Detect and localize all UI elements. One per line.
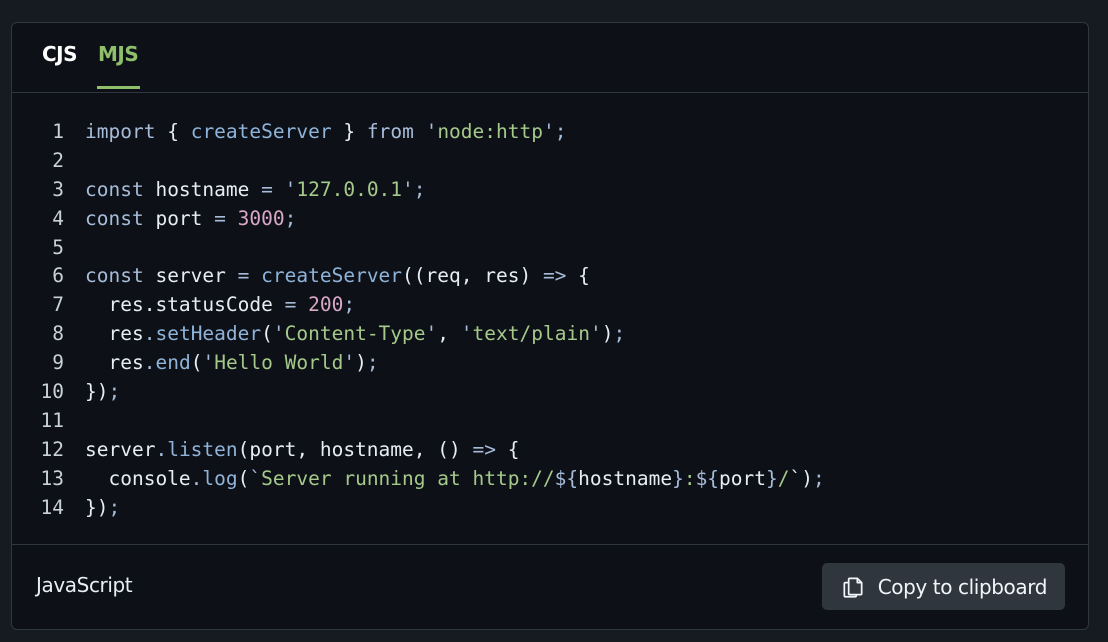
code-line: 13 console.log(`Server running at http:/… <box>12 465 825 494</box>
line-number: 1 <box>52 120 64 143</box>
code-line: 8 res.setHeader('Content-Type', 'text/pl… <box>12 320 825 349</box>
line-number: 11 <box>40 408 64 432</box>
code-text: const server = createServer((req, res) =… <box>85 264 590 288</box>
code-line: 14}); <box>12 494 825 523</box>
code-line: 3 const hostname = '127.0.0.1'; <box>12 176 825 205</box>
line-number: 7 <box>52 293 64 317</box>
code-line: 11 <box>12 407 825 436</box>
tab-mjs[interactable]: MJS <box>97 42 141 89</box>
line-number: 14 <box>40 495 64 519</box>
code-line: 4 const port = 3000; <box>12 205 825 234</box>
code-text: const port = 3000; <box>85 206 297 230</box>
code-text: console.log(`Server running at http://${… <box>108 466 825 490</box>
code-line: 9 res.end('Hello World'); <box>12 349 825 378</box>
line-number: 3 <box>52 177 64 201</box>
code-line: 7 res.statusCode = 200; <box>12 291 825 320</box>
code-block: 1 import { createServer } from 'node:http… <box>12 118 825 522</box>
code-text: const hostname = '127.0.0.1'; <box>85 177 426 201</box>
line-number: 6 <box>52 264 64 288</box>
code-line: 10}); <box>12 378 825 407</box>
code-line: 1 import { createServer } from 'node:http… <box>12 118 825 147</box>
code-footer: JavaScript Copy to clipboard <box>12 544 1088 629</box>
line-number: 10 <box>40 380 64 404</box>
copy-icon <box>840 574 866 600</box>
line-number: 8 <box>52 322 64 346</box>
code-line: 2 <box>12 147 825 176</box>
code-text: res.statusCode = 200; <box>108 293 356 317</box>
language-label: JavaScript <box>36 573 133 597</box>
module-tabs: CJS MJS <box>12 23 1088 93</box>
line-number: 9 <box>52 351 64 375</box>
line-number: 5 <box>52 235 64 259</box>
code-line: 12 server.listen(port, hostname, () => { <box>12 436 825 465</box>
code-text: }); <box>85 495 121 519</box>
line-number: 2 <box>52 148 64 172</box>
code-line: 6 const server = createServer((req, res) … <box>12 262 825 291</box>
code-text: }); <box>85 380 121 404</box>
code-text: res.end('Hello World'); <box>108 351 379 375</box>
copy-to-clipboard-button[interactable]: Copy to clipboard <box>821 563 1065 610</box>
code-text: res.setHeader('Content-Type', 'text/plai… <box>108 322 626 346</box>
code-text: server.listen(port, hostname, () => { <box>85 437 520 461</box>
tab-cjs[interactable]: CJS <box>42 42 78 86</box>
line-number: 4 <box>52 206 64 230</box>
code-line: 5 <box>12 234 825 263</box>
copy-button-label: Copy to clipboard <box>877 574 1048 599</box>
line-number: 13 <box>40 466 64 490</box>
code-text: import { createServer } from 'node:http'… <box>85 120 567 143</box>
line-number: 12 <box>40 437 64 461</box>
code-example-card: CJS MJS 1 import { createServer } from 'n… <box>11 22 1089 630</box>
